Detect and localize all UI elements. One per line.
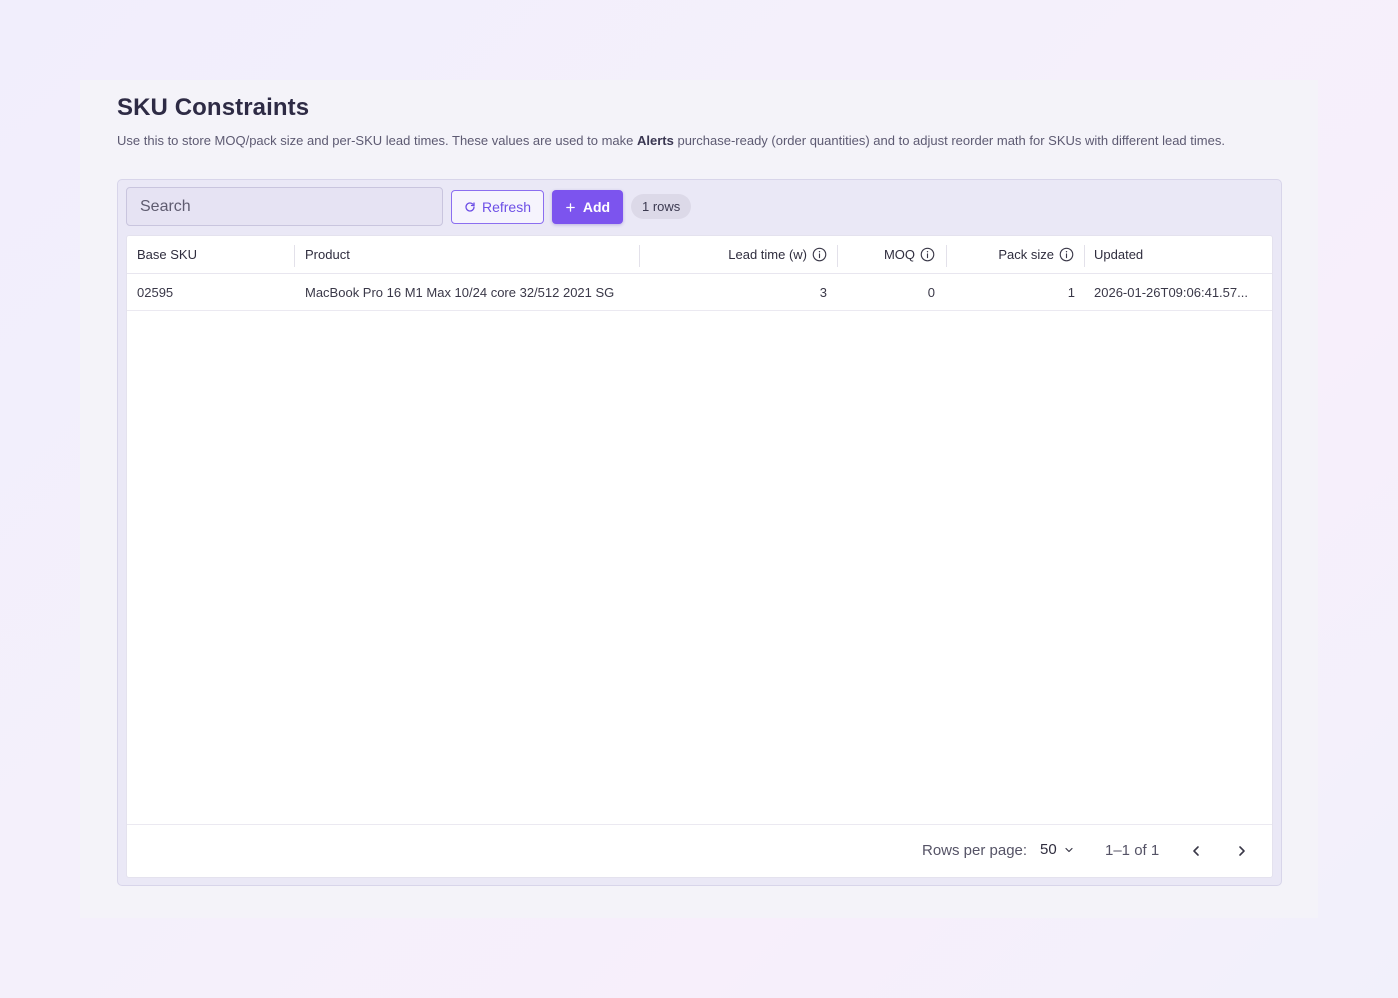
cell-pack-size: 1 (1067, 284, 1075, 300)
refresh-button[interactable]: Refresh (451, 190, 544, 224)
column-header-base-sku[interactable]: Base SKU (137, 236, 287, 273)
cell-lead-time: 3 (819, 284, 827, 300)
add-button-label: Add (582, 199, 611, 215)
table-pagination-footer: Rows per page: 50 1–1 of 1 (127, 824, 1272, 877)
cell-product: MacBook Pro 16 M1 Max 10/24 core 32/512 … (305, 284, 615, 300)
page-title: SKU Constraints (117, 94, 310, 121)
previous-page-button[interactable] (1182, 837, 1210, 865)
column-header-moq[interactable]: MOQ (847, 236, 935, 273)
column-header-product[interactable]: Product (305, 236, 635, 273)
column-separator[interactable] (946, 245, 947, 267)
column-header-moq-label: MOQ (883, 247, 915, 262)
next-page-button[interactable] (1228, 837, 1256, 865)
column-separator[interactable] (1084, 245, 1085, 267)
cell-base-sku: 02595 (137, 284, 174, 300)
table-row[interactable]: 02595 MacBook Pro 16 M1 Max 10/24 core 3… (127, 274, 1272, 311)
column-header-lead-time-label: Lead time (w) (728, 247, 807, 262)
column-header-pack-size-label: Pack size (998, 247, 1054, 262)
column-separator[interactable] (294, 245, 295, 267)
chevron-left-icon (1193, 846, 1199, 856)
data-grid-panel: Refresh Add 1 rows Base SKU Product Lead… (117, 179, 1282, 886)
column-separator[interactable] (639, 245, 640, 267)
page-description: Use this to store MOQ/pack size and per-… (117, 131, 1267, 151)
chevron-down-icon (1065, 847, 1073, 852)
cell-moq: 0 (927, 284, 935, 300)
sku-constraints-card: SKU Constraints Use this to store MOQ/pa… (80, 80, 1318, 918)
description-alerts-emphasis: Alerts (637, 133, 674, 148)
plus-icon (566, 202, 575, 212)
refresh-icon (465, 202, 475, 212)
cell-updated: 2026-01-26T09:06:41.57... (1094, 284, 1248, 300)
description-text-end: purchase-ready (order quantities) and to… (673, 133, 1225, 148)
column-header-lead-time[interactable]: Lead time (w) (647, 236, 827, 273)
chevron-right-icon (1239, 846, 1245, 856)
column-header-pack-size[interactable]: Pack size (957, 236, 1074, 273)
info-icon[interactable] (920, 247, 935, 262)
description-text-start: Use this to store MOQ/pack size and per-… (117, 133, 637, 148)
data-table: Base SKU Product Lead time (w) MOQ Pack … (126, 235, 1273, 878)
info-icon[interactable] (812, 247, 827, 262)
search-input[interactable] (126, 187, 443, 226)
pagination-range: 1–1 of 1 (1105, 842, 1160, 859)
rows-per-page-value: 50 (1040, 841, 1057, 858)
rows-per-page-select[interactable]: 50 (1040, 841, 1075, 858)
column-header-updated[interactable]: Updated (1094, 236, 1264, 273)
column-separator[interactable] (837, 245, 838, 267)
rows-per-page-label: Rows per page: (922, 842, 1028, 859)
table-header: Base SKU Product Lead time (w) MOQ Pack … (127, 236, 1272, 274)
add-button[interactable]: Add (552, 190, 623, 224)
refresh-button-label: Refresh (481, 199, 532, 215)
info-icon[interactable] (1059, 247, 1074, 262)
row-count-badge: 1 rows (631, 194, 692, 219)
